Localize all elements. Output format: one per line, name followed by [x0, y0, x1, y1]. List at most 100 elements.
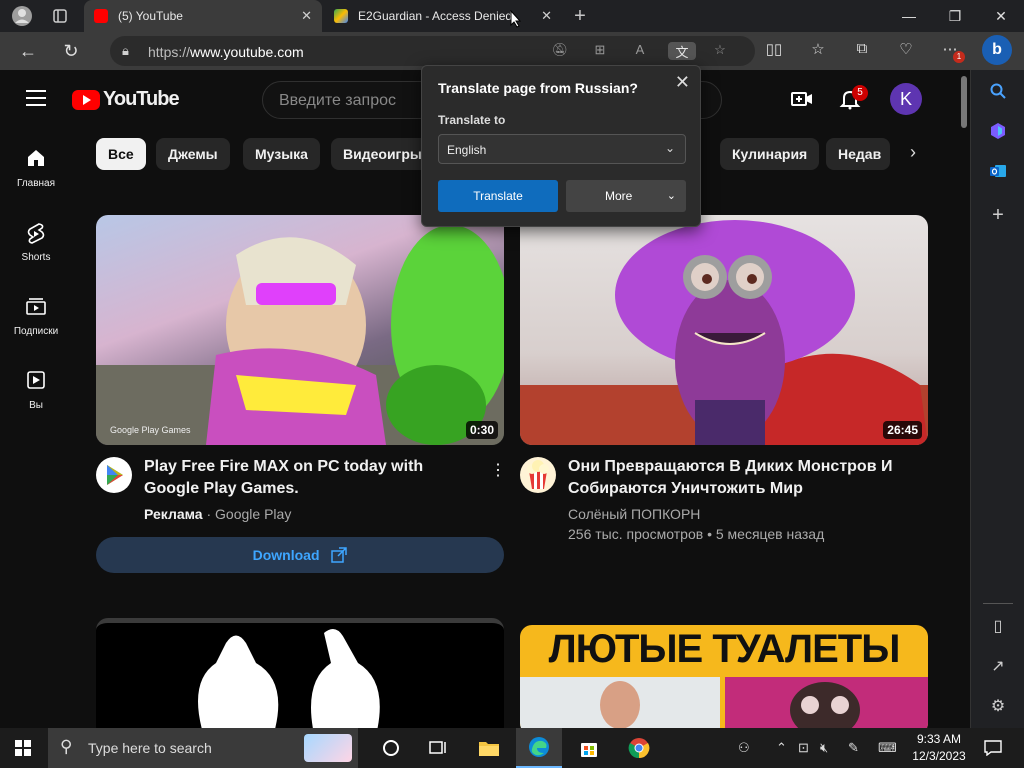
nav-home[interactable]: Главная [0, 148, 72, 189]
volume-muted-icon[interactable]: 🔇︎ [820, 740, 828, 756]
scrollbar-thumb[interactable] [961, 76, 967, 128]
chip-videogames[interactable]: Видеоигры [331, 138, 434, 170]
nav-shorts[interactable]: Shorts [0, 222, 72, 263]
page-scrollbar[interactable] [958, 70, 970, 728]
you-icon [0, 370, 72, 396]
file-explorer-icon[interactable] [466, 728, 512, 768]
touch-keyboard-icon[interactable]: ⌨ [878, 740, 897, 756]
youtube-logo[interactable]: YouTube [72, 88, 180, 111]
chip-all[interactable]: Все [96, 138, 146, 170]
video-duration: 0:30 [465, 421, 498, 439]
chip-cooking[interactable]: Кулинария [720, 138, 820, 170]
tab-actions-icon[interactable] [42, 0, 78, 32]
search-highlight-icon [304, 734, 352, 762]
avatar[interactable]: K [890, 83, 922, 115]
video-thumbnail[interactable]: 26:45 [520, 215, 928, 445]
popcorn-channel-icon[interactable] [520, 457, 556, 493]
windows-start-icon[interactable] [0, 728, 46, 768]
nav-you[interactable]: Вы [0, 370, 72, 411]
tab-e2guardian[interactable]: E2Guardian - Access Denied ✕ [324, 0, 562, 32]
subscriptions-icon [0, 296, 72, 322]
address-bar[interactable]: 🔒︎ https://www.youtube.com 🔕︎ ⊞ A 文 ☆ [110, 36, 755, 66]
mouse-cursor-icon [510, 10, 522, 28]
edge-taskbar-icon[interactable] [516, 728, 562, 768]
collections-icon[interactable]: ⧉ [850, 40, 874, 62]
show-hidden-icons-icon[interactable]: ⌃ [776, 740, 787, 756]
cortana-icon[interactable] [368, 728, 414, 768]
chip-jams[interactable]: Джемы [156, 138, 230, 170]
profile-badge: 1 [953, 51, 965, 63]
notifications-blocked-icon[interactable]: 🔕︎ [550, 42, 570, 60]
translate-icon[interactable]: 文 [668, 42, 696, 60]
bing-copilot-icon[interactable]: b [982, 35, 1012, 65]
download-button[interactable]: Download [96, 537, 504, 573]
video-title[interactable]: Play Free Fire MAX on PC today with Goog… [144, 456, 474, 500]
copilot-icon[interactable] [987, 120, 1009, 142]
search-icon[interactable] [987, 80, 1009, 102]
taskbar-search-input[interactable]: ⚲ Type here to search [48, 728, 358, 768]
microsoft-store-icon[interactable] [566, 728, 612, 768]
more-options-icon[interactable]: ⋮ [490, 460, 506, 480]
url-text: https://www.youtube.com [148, 44, 304, 60]
menu-icon[interactable] [26, 90, 46, 106]
language-select[interactable]: English ⌄ [438, 134, 686, 164]
search-icon: ⚲ [60, 737, 73, 756]
sidebar-settings-icon[interactable]: ⚙ [987, 695, 1009, 717]
sidebar-divider [983, 603, 1013, 604]
task-view-icon[interactable] [416, 728, 462, 768]
close-icon[interactable]: ✕ [675, 72, 690, 93]
close-tab-icon[interactable]: ✕ [301, 8, 312, 24]
search-placeholder: Введите запрос [279, 92, 396, 109]
app-available-icon[interactable]: ⊞ [590, 42, 610, 60]
refresh-icon[interactable]: ↻ [58, 38, 84, 64]
tab-title: (5) YouTube [118, 9, 183, 23]
system-clock[interactable]: 9:33 AM 12/3/2023 [908, 731, 970, 765]
chip-recent[interactable]: Недав [826, 138, 890, 170]
split-screen-icon[interactable]: ▯▯ [762, 40, 786, 62]
nav-subscriptions[interactable]: Подписки [0, 296, 72, 337]
read-aloud-icon[interactable]: A [630, 42, 650, 60]
edge-sidebar: + ▯ ↗ ⚙ [970, 70, 1024, 728]
more-button[interactable]: More ⌄ [566, 180, 686, 212]
favorite-star-icon[interactable]: ☆ [710, 42, 730, 60]
chevron-down-icon: ⌄ [664, 141, 675, 155]
youtube-play-icon [72, 89, 100, 110]
video-thumbnail[interactable]: ЛЮТЫЕ ТУАЛЕТЫ [520, 625, 928, 728]
restore-icon[interactable]: ❐ [932, 0, 978, 32]
video-title[interactable]: Они Превращаются В Диких Монстров И Соби… [568, 456, 908, 500]
windows-taskbar: ⚲ Type here to search ⚇ ⌃ ⊡ 🔇︎ ✎ ⌨ 9:33 … [0, 728, 1024, 768]
google-drive-favicon-icon [334, 9, 348, 23]
close-tab-icon[interactable]: ✕ [541, 8, 552, 24]
google-play-channel-icon[interactable] [96, 457, 132, 493]
translate-button[interactable]: Translate [438, 180, 558, 212]
shorts-icon [0, 222, 72, 248]
close-window-icon[interactable]: ✕ [978, 0, 1024, 32]
video-thumbnail[interactable]: Google Play Games 0:30 [96, 215, 504, 445]
chip-music[interactable]: Музыка [243, 138, 320, 170]
create-video-icon[interactable] [790, 88, 814, 112]
new-tab-icon[interactable]: + [562, 0, 598, 32]
video-thumbnail[interactable] [96, 618, 504, 728]
open-external-icon[interactable]: ↗ [987, 655, 1009, 677]
people-icon[interactable]: ⚇ [738, 740, 750, 756]
outlook-icon[interactable] [987, 160, 1009, 182]
sidebar-layout-icon[interactable]: ▯ [987, 615, 1009, 637]
minimize-icon[interactable]: — [886, 0, 932, 32]
browser-essentials-icon[interactable]: ♡ [894, 40, 918, 62]
notification-center-icon[interactable] [970, 728, 1016, 768]
tab-youtube[interactable]: (5) YouTube ✕ [84, 0, 322, 32]
profile-icon[interactable] [4, 0, 40, 32]
network-icon[interactable]: ⊡ [798, 740, 809, 756]
browser-tab-bar: (5) YouTube ✕ E2Guardian - Access Denied… [0, 0, 1024, 32]
notification-count-badge: 5 [852, 85, 868, 101]
channel-name[interactable]: Солёный ПОПКОРН [568, 504, 700, 524]
lock-icon[interactable]: 🔒︎ [122, 43, 129, 59]
favorites-icon[interactable]: ☆ [806, 40, 830, 62]
pen-icon[interactable]: ✎ [848, 740, 859, 756]
chrome-icon[interactable] [616, 728, 662, 768]
add-sidebar-app-icon[interactable]: + [987, 204, 1009, 226]
video-stats: 256 тыс. просмотров • 5 месяцев назад [568, 526, 825, 542]
back-icon[interactable]: ← [15, 38, 41, 64]
chevron-right-icon[interactable]: › [910, 142, 916, 163]
tab-title: E2Guardian - Access Denied [358, 9, 513, 23]
